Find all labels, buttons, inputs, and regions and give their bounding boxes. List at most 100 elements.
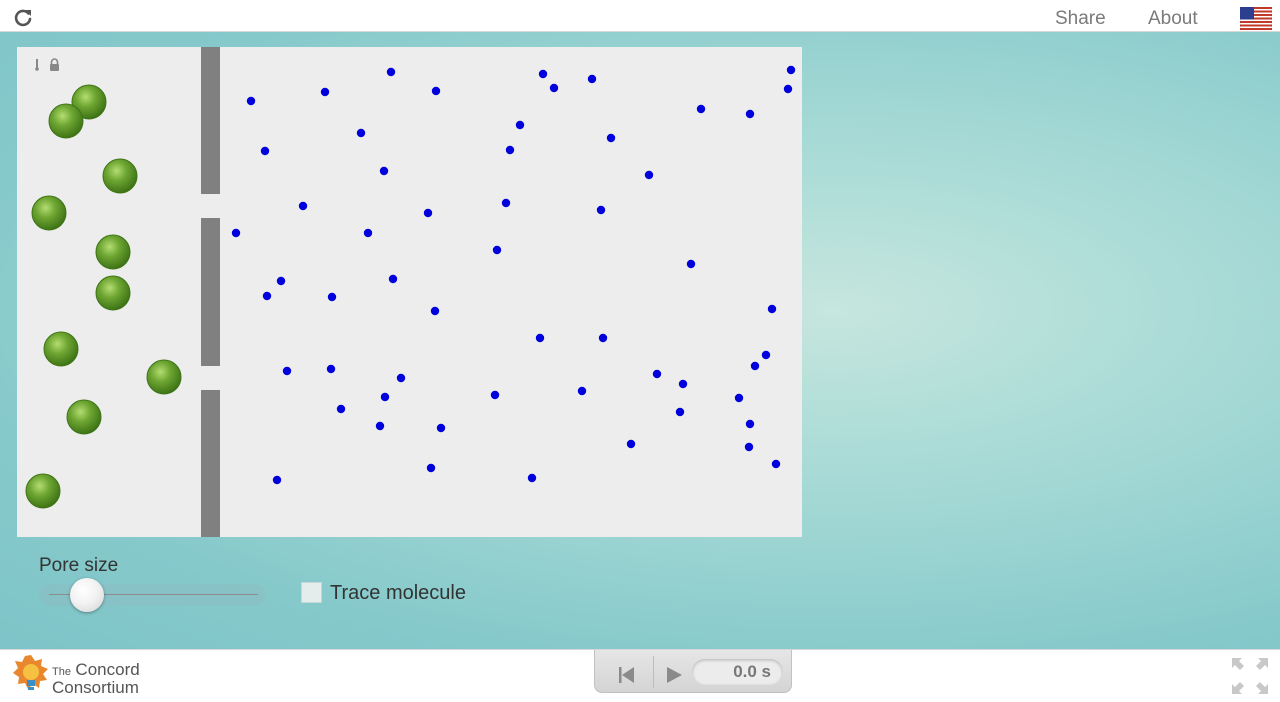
small-molecule[interactable]: [356, 128, 366, 138]
small-molecule[interactable]: [527, 473, 537, 483]
large-molecule[interactable]: [95, 275, 131, 311]
small-molecule[interactable]: [767, 304, 777, 314]
large-molecule[interactable]: [25, 473, 61, 509]
small-molecule[interactable]: [388, 274, 398, 284]
small-molecule[interactable]: [750, 361, 760, 371]
small-molecule[interactable]: [535, 333, 545, 343]
small-molecule[interactable]: [744, 442, 754, 452]
small-molecule[interactable]: [426, 463, 436, 473]
reset-button[interactable]: [597, 650, 653, 692]
large-molecule[interactable]: [48, 103, 84, 139]
diffusion-model[interactable]: [17, 47, 802, 537]
small-molecule[interactable]: [327, 292, 337, 302]
small-molecule[interactable]: [734, 393, 744, 403]
small-molecule[interactable]: [490, 390, 500, 400]
time-display: 0.0 s: [692, 659, 783, 685]
playback-controls: 0.0 s: [594, 650, 792, 693]
small-molecule[interactable]: [272, 475, 282, 485]
small-molecule[interactable]: [326, 364, 336, 374]
small-molecule[interactable]: [375, 421, 385, 431]
small-molecule[interactable]: [587, 74, 597, 84]
play-button[interactable]: [655, 650, 691, 692]
small-molecule[interactable]: [436, 423, 446, 433]
small-molecule[interactable]: [538, 69, 548, 79]
large-molecule[interactable]: [31, 195, 67, 231]
small-molecule[interactable]: [380, 392, 390, 402]
small-molecule[interactable]: [231, 228, 241, 238]
model-toolbar: [27, 57, 67, 73]
small-molecule[interactable]: [501, 198, 511, 208]
small-molecule[interactable]: [786, 65, 796, 75]
small-molecule[interactable]: [686, 259, 696, 269]
small-molecule[interactable]: [282, 366, 292, 376]
small-molecule[interactable]: [761, 350, 771, 360]
small-molecule[interactable]: [598, 333, 608, 343]
small-molecule[interactable]: [320, 87, 330, 97]
small-molecule[interactable]: [745, 109, 755, 119]
small-molecule[interactable]: [652, 369, 662, 379]
small-molecule[interactable]: [396, 373, 406, 383]
small-molecules: [231, 65, 796, 485]
membrane-wall-bottom: [201, 390, 220, 537]
membrane-wall-middle: [201, 218, 220, 366]
small-molecule[interactable]: [745, 419, 755, 429]
us-flag-icon[interactable]: [1239, 6, 1273, 31]
small-molecule[interactable]: [386, 67, 396, 77]
bottom-bar: The Concord Consortium 0.0 s: [0, 649, 1280, 702]
small-molecule[interactable]: [549, 83, 559, 93]
membrane-wall-top: [201, 47, 220, 194]
logo-the: The: [52, 666, 71, 678]
slider-handle[interactable]: [70, 578, 104, 612]
play-icon: [667, 667, 682, 683]
model-canvas[interactable]: [17, 47, 802, 537]
small-molecule[interactable]: [626, 439, 636, 449]
small-molecule[interactable]: [336, 404, 346, 414]
share-link[interactable]: Share: [1055, 8, 1106, 30]
small-molecule[interactable]: [379, 166, 389, 176]
small-molecule[interactable]: [678, 379, 688, 389]
small-molecule[interactable]: [505, 145, 515, 155]
large-molecule[interactable]: [95, 234, 131, 270]
about-link[interactable]: About: [1148, 8, 1198, 30]
skip-back-icon: [619, 667, 634, 683]
small-molecule[interactable]: [596, 205, 606, 215]
trace-molecule-checkbox[interactable]: [301, 582, 322, 603]
logo-consortium: Consortium: [52, 678, 139, 697]
fullscreen-button[interactable]: [1230, 656, 1270, 696]
small-molecule[interactable]: [431, 86, 441, 96]
logo-concord: Concord: [75, 660, 140, 679]
reload-icon[interactable]: [12, 7, 34, 29]
concord-consortium-logo[interactable]: The Concord Consortium: [12, 653, 162, 698]
small-molecule[interactable]: [771, 459, 781, 469]
small-molecule[interactable]: [644, 170, 654, 180]
small-molecule[interactable]: [262, 291, 272, 301]
logo-text: The Concord Consortium: [52, 660, 140, 697]
small-molecule[interactable]: [298, 201, 308, 211]
small-molecule[interactable]: [492, 245, 502, 255]
lock-icon[interactable]: [50, 58, 59, 71]
small-molecule[interactable]: [430, 306, 440, 316]
lightbulb-logo-icon: [13, 655, 48, 690]
small-molecule[interactable]: [696, 104, 706, 114]
large-molecule[interactable]: [146, 359, 182, 395]
large-molecule[interactable]: [43, 331, 79, 367]
small-molecule[interactable]: [423, 208, 433, 218]
small-molecule[interactable]: [246, 96, 256, 106]
small-molecule[interactable]: [260, 146, 270, 156]
thermometer-icon[interactable]: [35, 59, 39, 71]
trace-molecule-label[interactable]: Trace molecule: [330, 582, 466, 605]
large-molecule[interactable]: [66, 399, 102, 435]
small-molecule[interactable]: [577, 386, 587, 396]
small-molecule[interactable]: [606, 133, 616, 143]
large-molecule[interactable]: [102, 158, 138, 194]
large-molecules: [25, 84, 182, 509]
small-molecule[interactable]: [276, 276, 286, 286]
pore-size-label: Pore size: [39, 555, 119, 576]
control-separator: [653, 656, 654, 688]
small-molecule[interactable]: [515, 120, 525, 130]
top-bar: Share About: [0, 0, 1280, 32]
small-molecule[interactable]: [783, 84, 793, 94]
interactive-stage: Pore size Trace molecule: [0, 32, 1280, 649]
small-molecule[interactable]: [675, 407, 685, 417]
small-molecule[interactable]: [363, 228, 373, 238]
